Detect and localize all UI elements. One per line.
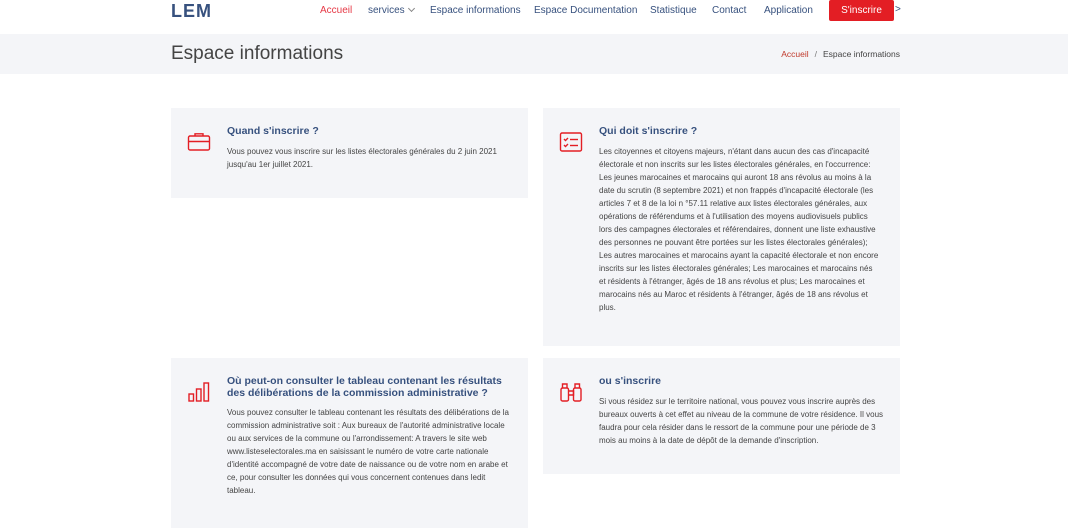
card-title: ou s'inscrire — [599, 375, 662, 387]
card-title: Où peut-on consulter le tableau contenan… — [227, 375, 502, 399]
card-title: Quand s'inscrire ? — [227, 125, 319, 137]
page-title: Espace informations — [171, 43, 344, 64]
breadcrumb-band: Espace informations Accueil / Espace infor… — [0, 34, 1068, 74]
nav-item-statistique[interactable]: Statistique — [650, 5, 697, 16]
info-card-ou-sinscrire: ou s'inscrire Si vous résidez sur le ter… — [543, 358, 900, 474]
breadcrumb-home-link[interactable]: Accueil — [781, 49, 808, 59]
site-logo[interactable]: LEM — [171, 1, 212, 22]
nav-item-espace-informations[interactable]: Espace informations — [430, 5, 521, 16]
nav-item-services-label: services — [368, 5, 405, 16]
bar-chart-icon — [187, 380, 211, 404]
info-card-qui: Qui doit s'inscrire ? Les citoyennes et … — [543, 108, 900, 346]
chevron-down-icon — [407, 4, 415, 13]
sinscrire-button[interactable]: S'inscrire — [829, 0, 894, 21]
info-card-ou-consulter: Où peut-on consulter le tableau contenan… — [171, 358, 528, 528]
nav-item-espace-documentation[interactable]: Espace Documentation — [534, 5, 637, 16]
site-header: LEM Accueil services Espace informations… — [0, 0, 1068, 34]
breadcrumb-separator: / — [814, 49, 817, 59]
nav-item-services[interactable]: services — [368, 4, 415, 16]
card-text: Vous pouvez vous inscrire sur les listes… — [227, 147, 497, 169]
checklist-icon — [559, 130, 583, 154]
info-card-quand: Quand s'inscrire ? Vous pouvez vous insc… — [171, 108, 528, 198]
card-text: Vous pouvez consulter le tableau contena… — [227, 408, 509, 495]
nav-item-application[interactable]: Application — [764, 5, 813, 16]
briefcase-icon — [187, 130, 211, 154]
chevron-right-icon: > — [895, 4, 901, 15]
nav-item-contact[interactable]: Contact — [712, 5, 746, 16]
card-title: Qui doit s'inscrire ? — [599, 125, 698, 137]
breadcrumb: Accueil / Espace informations — [781, 49, 900, 59]
card-text: Les citoyennes et citoyens majeurs, n'ét… — [599, 147, 879, 312]
binoculars-icon — [559, 380, 583, 404]
nav-item-accueil[interactable]: Accueil — [320, 5, 352, 16]
breadcrumb-current: Espace informations — [822, 49, 900, 59]
card-text: Si vous résidez sur le territoire nation… — [599, 397, 884, 445]
